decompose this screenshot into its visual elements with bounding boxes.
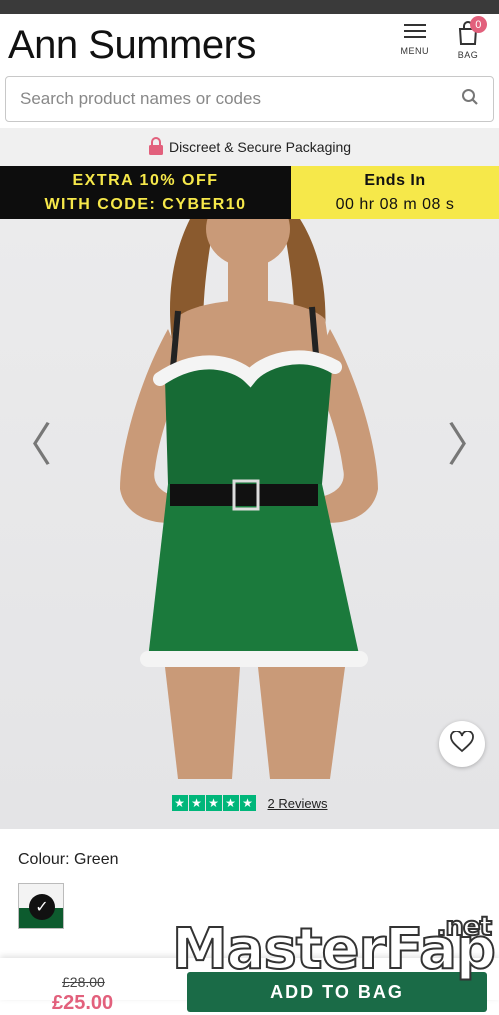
old-price: £28.00 xyxy=(62,974,105,990)
promo-code-panel: EXTRA 10% OFF WITH CODE: CYBER10 xyxy=(0,166,291,219)
star-icon: ★ xyxy=(188,795,205,811)
heart-icon xyxy=(450,729,474,758)
bag-icon: 0 xyxy=(455,16,487,46)
menu-label: MENU xyxy=(400,46,429,56)
colour-swatch-green[interactable]: ✓ xyxy=(18,883,64,929)
wishlist-button[interactable] xyxy=(439,721,485,767)
status-bar xyxy=(0,0,499,14)
bag-button[interactable]: 0 BAG xyxy=(455,16,487,60)
search-input[interactable] xyxy=(20,89,440,109)
reviews-row: ★ ★ ★ ★ ★ 2 Reviews xyxy=(0,795,499,811)
secure-packaging-text: Discreet & Secure Packaging xyxy=(168,139,352,155)
star-icon: ★ xyxy=(222,795,239,811)
search-bar xyxy=(5,76,494,122)
site-logo[interactable]: Ann Summers xyxy=(8,23,256,68)
lock-icon xyxy=(148,136,164,158)
product-image-carousel[interactable]: 〈 〉 ★ ★ ★ ★ ★ 2 Reviews xyxy=(0,219,499,829)
rating-stars: ★ ★ ★ ★ ★ xyxy=(171,795,256,811)
site-header: Ann Summers MENU 0 BAG xyxy=(0,14,499,76)
promo-line1: EXTRA 10% OFF xyxy=(72,171,219,189)
hamburger-icon xyxy=(403,20,426,42)
watermark-domain: .net xyxy=(436,912,493,942)
search-container xyxy=(0,76,499,122)
promo-banner[interactable]: EXTRA 10% OFF WITH CODE: CYBER10 Ends In… xyxy=(0,166,499,219)
bag-count-badge: 0 xyxy=(470,16,487,33)
secure-packaging-banner: Discreet & Secure Packaging xyxy=(0,128,499,166)
countdown-label: Ends In xyxy=(364,171,426,189)
star-icon: ★ xyxy=(239,795,256,811)
search-icon[interactable] xyxy=(461,88,479,111)
star-icon: ★ xyxy=(205,795,222,811)
reviews-link[interactable]: 2 Reviews xyxy=(268,796,328,811)
sale-price: £25.00 xyxy=(52,992,114,1014)
countdown-panel: Ends In 00 hr 08 m 08 s xyxy=(291,166,499,219)
previous-image-arrow-icon[interactable]: 〈 xyxy=(6,409,52,475)
countdown-timer: 00 hr 08 m 08 s xyxy=(335,195,455,213)
bag-label: BAG xyxy=(457,50,479,60)
next-image-arrow-icon[interactable]: 〉 xyxy=(447,409,493,475)
colour-label: Colour: Green xyxy=(18,851,119,868)
menu-button[interactable]: MENU xyxy=(401,20,430,56)
checkmark-icon: ✓ xyxy=(29,894,55,920)
product-image xyxy=(120,219,378,779)
watermark-logo: MasterFap .net xyxy=(171,913,497,979)
star-icon: ★ xyxy=(171,795,188,811)
promo-line2: WITH CODE: CYBER10 xyxy=(44,195,247,213)
